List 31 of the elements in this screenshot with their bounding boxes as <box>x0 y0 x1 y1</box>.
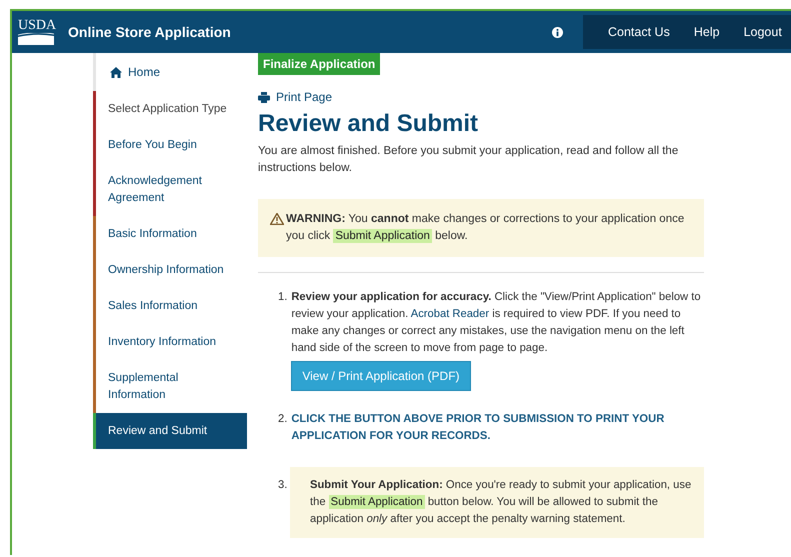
step-text: CLICK THE BUTTON ABOVE PRIOR TO SUBMISSION TO PRINT YOUR APPLICATION FOR YOUR RECORDS. <box>291 412 666 444</box>
step-text: Review your application for accuracy. Click the "View/Print Application" below to review your application. Acrobat Reader is required to view PDF. If you need to make any changes or correct any mistakes, use the navigation menu on the left hand side of the screen to move from page to page. <box>291 290 702 356</box>
usda-logo[interactable]: USDA <box>18 19 54 45</box>
sidebar-item[interactable]: Ownership Information <box>93 252 247 288</box>
step-number: 1. <box>278 290 288 305</box>
warning-text: WARNING: You cannot make changes or corrections to your application once you click Submit Application below. <box>286 212 686 245</box>
home-label: Home <box>128 65 160 79</box>
section-tag: Finalize Application <box>258 53 380 75</box>
sidebar-item[interactable]: Before You Begin <box>93 127 247 163</box>
sidebar-item[interactable]: Basic Information <box>93 216 247 252</box>
info-icon[interactable] <box>552 26 563 38</box>
app-title: Online Store Application <box>68 24 231 40</box>
nav-link[interactable]: Contact Us <box>608 25 670 39</box>
nav-link[interactable]: Logout <box>744 25 782 39</box>
step-number: 2. <box>278 412 288 427</box>
print-link[interactable]: Print Page <box>258 90 704 104</box>
sidebar-item[interactable]: Acknowledgement Agreement <box>93 163 247 216</box>
page-heading: Review and Submit <box>258 110 480 138</box>
sidebar-item[interactable]: Inventory Information <box>93 324 247 360</box>
step-number: 3. <box>278 478 288 493</box>
home-icon <box>110 66 122 78</box>
sidebar-item[interactable]: Select Application Type <box>93 91 247 127</box>
home-link[interactable]: Home <box>93 53 247 91</box>
sidebar-item[interactable]: Review and Submit <box>93 413 247 449</box>
printer-icon <box>258 92 270 102</box>
nav-link[interactable]: Help <box>694 25 720 39</box>
sidebar-item[interactable]: Sales Information <box>93 288 247 324</box>
acrobat-reader-link[interactable]: Acrobat Reader <box>410 308 490 320</box>
warning-icon <box>270 213 284 225</box>
step-text: Submit Your Application: Once you're ready to submit your application, use the Submit Application button below. You will be allowed to submit the application only after you accept the penalty warning statement. <box>310 478 692 527</box>
intro-text: You are almost finished. Before you submit your application, read and follow all the instructions below. <box>258 144 680 176</box>
